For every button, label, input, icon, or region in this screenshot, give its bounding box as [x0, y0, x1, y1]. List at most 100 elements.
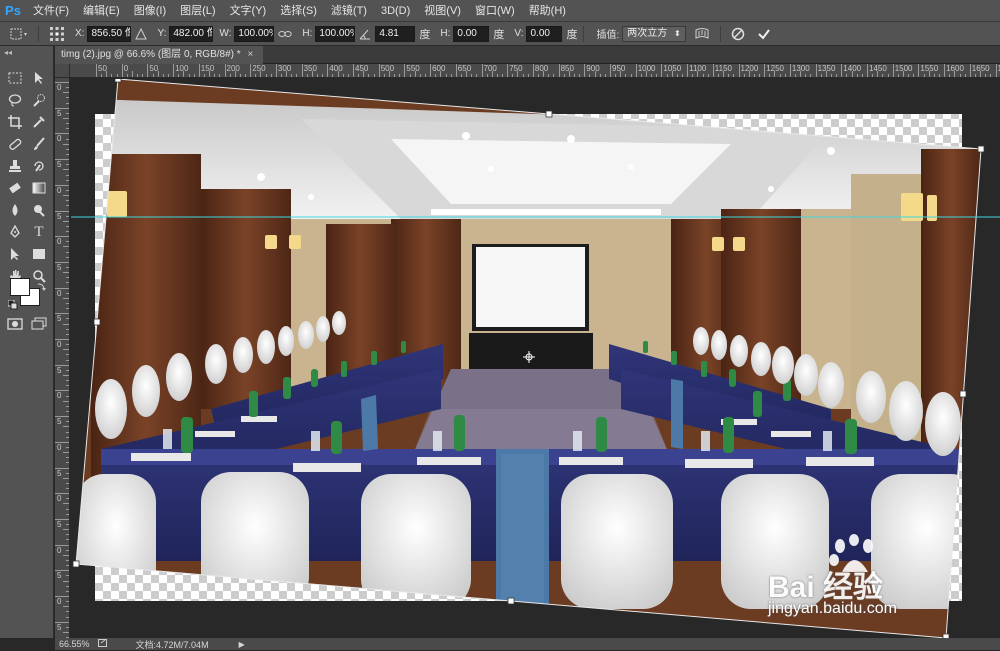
- horizontal-ruler[interactable]: 5005010015020025030035040045050055060065…: [70, 64, 1000, 78]
- commit-transform-icon[interactable]: [757, 27, 771, 41]
- menu-filter[interactable]: 滤镜(T): [324, 0, 374, 22]
- vertical-skew-field[interactable]: 0.00: [526, 26, 562, 42]
- zoom-level[interactable]: 66.55%: [59, 639, 90, 649]
- eyedropper-tool-icon[interactable]: [28, 112, 50, 132]
- menu-edit[interactable]: 编辑(E): [76, 0, 127, 22]
- rectangle-tool-icon[interactable]: [28, 244, 50, 264]
- ruler-tick: [430, 64, 431, 78]
- ruler-minor-tick: [63, 375, 69, 376]
- ruler-origin[interactable]: [55, 64, 70, 78]
- ruler-minor-tick: [615, 74, 616, 77]
- interpolation-dropdown[interactable]: 两次立方 ⬍: [622, 26, 685, 42]
- dodge-tool-icon[interactable]: [28, 200, 50, 220]
- gradient-tool-icon[interactable]: [28, 178, 50, 198]
- ruler-minor-tick: [924, 74, 925, 77]
- x-position-field[interactable]: 856.50 像: [87, 26, 131, 42]
- reference-point-icon[interactable]: [49, 26, 65, 42]
- marquee-tool-icon[interactable]: [4, 68, 26, 88]
- brush-tool-icon[interactable]: [28, 134, 50, 154]
- menu-select[interactable]: 选择(S): [273, 0, 324, 22]
- ruler-tick-label: 400: [329, 64, 342, 73]
- ruler-minor-tick: [66, 318, 69, 319]
- ruler-minor-tick: [66, 550, 69, 551]
- menu-type[interactable]: 文字(Y): [223, 0, 274, 22]
- document-canvas[interactable]: Bai 经验 jingyan.baidu.com: [71, 79, 1000, 638]
- type-tool-icon[interactable]: T: [28, 222, 50, 242]
- ruler-minor-tick: [63, 581, 69, 582]
- ruler-minor-tick: [66, 406, 69, 407]
- document-tab[interactable]: timg (2).jpg @ 66.6% (图层 0, RGB/8#) * ×: [55, 46, 263, 64]
- status-menu-arrow-icon[interactable]: ▶: [239, 640, 245, 649]
- ruler-minor-tick: [929, 71, 930, 77]
- ruler-minor-tick: [63, 426, 69, 427]
- menubar: Ps 文件(F) 编辑(E) 图像(I) 图层(L) 文字(Y) 选择(S) 滤…: [0, 0, 1000, 22]
- pen-tool-icon[interactable]: [4, 222, 26, 242]
- ruler-tick: [559, 64, 560, 78]
- width-scale-field[interactable]: 100.00%: [234, 26, 274, 42]
- history-brush-tool-icon[interactable]: [28, 156, 50, 176]
- share-icon[interactable]: [98, 639, 108, 649]
- ruler-minor-tick: [66, 293, 69, 294]
- ruler-minor-tick: [66, 190, 69, 191]
- y-position-field[interactable]: 482.00 像: [169, 26, 213, 42]
- relative-position-icon[interactable]: [135, 28, 147, 40]
- foreground-color-swatch[interactable]: [10, 278, 30, 296]
- ruler-minor-tick: [63, 246, 69, 247]
- ruler-minor-tick: [384, 74, 385, 77]
- quick-mask-icon[interactable]: [4, 314, 26, 334]
- cancel-transform-icon[interactable]: [731, 27, 745, 41]
- screen-mode-icon[interactable]: [28, 314, 50, 334]
- ruler-tick-label: 250: [252, 64, 265, 73]
- ruler-tick: [507, 64, 508, 78]
- crop-tool-icon[interactable]: [4, 112, 26, 132]
- move-tool-icon[interactable]: [28, 68, 50, 88]
- ruler-tick-label: 0: [57, 237, 61, 246]
- rotation-angle-unit: 度: [419, 26, 430, 42]
- path-selection-tool-icon[interactable]: [4, 244, 26, 264]
- ruler-minor-tick: [66, 591, 69, 592]
- menu-file[interactable]: 文件(F): [26, 0, 76, 22]
- ruler-minor-tick: [512, 74, 513, 77]
- menu-layer[interactable]: 图层(L): [173, 0, 222, 22]
- ruler-minor-tick: [219, 74, 220, 77]
- ruler-minor-tick: [466, 71, 467, 77]
- menu-help[interactable]: 帮助(H): [522, 0, 573, 22]
- blur-tool-icon[interactable]: [4, 200, 26, 220]
- ruler-minor-tick: [101, 74, 102, 77]
- ruler-tick: [55, 108, 70, 109]
- ruler-minor-tick: [564, 74, 565, 77]
- menu-image[interactable]: 图像(I): [127, 0, 173, 22]
- ruler-minor-tick: [66, 128, 69, 129]
- lasso-tool-icon[interactable]: [4, 90, 26, 110]
- menu-view[interactable]: 视图(V): [417, 0, 468, 22]
- menu-3d[interactable]: 3D(D): [374, 0, 417, 22]
- ruler-minor-tick: [63, 144, 69, 145]
- ruler-tick-label: 0: [57, 443, 61, 452]
- default-colors-icon[interactable]: [8, 300, 18, 313]
- eraser-tool-icon[interactable]: [4, 178, 26, 198]
- vertical-ruler[interactable]: 0505050505050505050505: [55, 78, 70, 638]
- ruler-minor-tick: [66, 267, 69, 268]
- height-scale-field[interactable]: 100.00%: [315, 26, 355, 42]
- horizontal-skew-field[interactable]: 0.00: [453, 26, 489, 42]
- ruler-minor-tick: [66, 360, 69, 361]
- ruler-tick-label: 0: [57, 597, 61, 606]
- collapse-panel-icon[interactable]: ◂◂: [4, 48, 12, 57]
- rotation-angle-field[interactable]: 4.81: [375, 26, 415, 42]
- quick-selection-tool-icon[interactable]: [28, 90, 50, 110]
- ruler-minor-tick: [66, 462, 69, 463]
- clone-stamp-tool-icon[interactable]: [4, 156, 26, 176]
- ruler-minor-tick: [543, 71, 544, 77]
- link-icon[interactable]: [278, 29, 292, 39]
- healing-brush-tool-icon[interactable]: [4, 134, 26, 154]
- warp-icon[interactable]: [694, 27, 710, 41]
- close-tab-icon[interactable]: ×: [247, 49, 253, 60]
- move-tool-icon[interactable]: [8, 27, 28, 41]
- menu-window[interactable]: 窗口(W): [468, 0, 522, 22]
- ruler-minor-tick: [548, 74, 549, 77]
- ruler-minor-tick: [63, 272, 69, 273]
- ruler-tick-label: 5: [57, 366, 61, 375]
- ruler-minor-tick: [66, 344, 69, 345]
- ruler-minor-tick: [214, 74, 215, 77]
- ruler-minor-tick: [672, 71, 673, 77]
